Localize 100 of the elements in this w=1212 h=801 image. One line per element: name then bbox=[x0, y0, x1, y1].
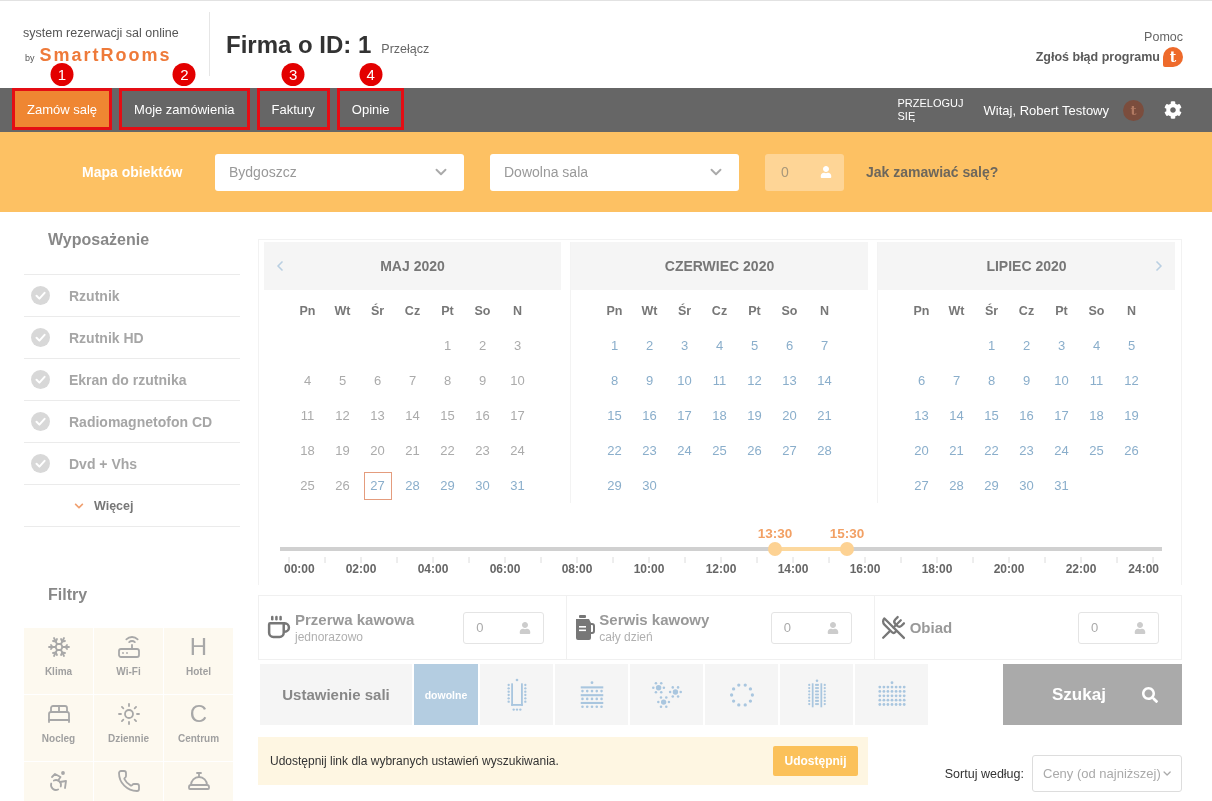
filter-tile[interactable]: Wi-Fi bbox=[94, 628, 163, 694]
calendar-day[interactable]: 3 bbox=[670, 331, 699, 360]
room-select[interactable]: Dowolna sala bbox=[490, 153, 739, 191]
calendar-day[interactable]: 17 bbox=[1047, 401, 1076, 430]
calendar-day[interactable]: 2 bbox=[1012, 331, 1041, 360]
calendar-day[interactable]: 19 bbox=[740, 401, 769, 430]
calendar-day[interactable]: 18 bbox=[1082, 401, 1111, 430]
filter-tile[interactable]: H Hotel bbox=[164, 628, 233, 694]
filter-tile[interactable]: Dziennie bbox=[94, 695, 163, 761]
calendar-day[interactable]: 25 bbox=[1082, 436, 1111, 465]
calendar-day[interactable]: 6 bbox=[907, 366, 936, 395]
city-select[interactable]: Bydgoszcz bbox=[215, 153, 464, 191]
calendar-day[interactable]: 11 bbox=[1082, 366, 1111, 395]
map-link[interactable]: Mapa obiektów bbox=[82, 164, 215, 180]
calendar-day[interactable]: 5 bbox=[1117, 331, 1146, 360]
people-input[interactable]: 0 bbox=[463, 611, 545, 644]
calendar-day[interactable]: 15 bbox=[977, 401, 1006, 430]
calendar-day[interactable]: 29 bbox=[977, 471, 1006, 500]
settings-icon[interactable] bbox=[1164, 101, 1182, 119]
calendar-day[interactable]: 30 bbox=[635, 471, 664, 500]
calendar-day[interactable]: 13 bbox=[907, 401, 936, 430]
calendar-day[interactable]: 31 bbox=[1047, 471, 1076, 500]
calendar-day[interactable]: 8 bbox=[977, 366, 1006, 395]
calendar-day[interactable]: 11 bbox=[705, 366, 734, 395]
filter-tile[interactable] bbox=[94, 762, 163, 801]
setup-option[interactable] bbox=[855, 664, 928, 725]
sort-select[interactable]: Ceny (od najniższej) bbox=[1032, 755, 1182, 792]
calendar-day[interactable]: 23 bbox=[635, 436, 664, 465]
calendar-day[interactable]: 23 bbox=[1012, 436, 1041, 465]
setup-option[interactable] bbox=[780, 664, 853, 725]
calendar-day[interactable]: 22 bbox=[977, 436, 1006, 465]
nav-tab[interactable]: Zamów salę bbox=[12, 88, 113, 130]
calendar-day[interactable]: 1 bbox=[977, 331, 1006, 360]
calendar-day[interactable]: 10 bbox=[1047, 366, 1076, 395]
filter-tile[interactable] bbox=[24, 762, 93, 801]
calendar-day[interactable]: 26 bbox=[740, 436, 769, 465]
calendar-day[interactable]: 21 bbox=[942, 436, 971, 465]
calendar-day[interactable]: 28 bbox=[810, 436, 839, 465]
setup-option[interactable] bbox=[480, 664, 553, 725]
calendar-day[interactable]: 2 bbox=[635, 331, 664, 360]
calendar-day[interactable]: 4 bbox=[705, 331, 734, 360]
calendar-day[interactable]: 30 bbox=[468, 471, 497, 500]
setup-option[interactable]: dowolne bbox=[414, 664, 478, 725]
switch-link[interactable]: Przełącz bbox=[381, 42, 430, 56]
calendar-day[interactable]: 12 bbox=[1117, 366, 1146, 395]
calendar-day[interactable]: 12 bbox=[740, 366, 769, 395]
calendar-day[interactable]: 26 bbox=[1117, 436, 1146, 465]
calendar-day[interactable]: 3 bbox=[1047, 331, 1076, 360]
people-field[interactable]: 0 bbox=[765, 153, 844, 191]
calendar-day[interactable]: 14 bbox=[810, 366, 839, 395]
help-link[interactable]: Pomoc bbox=[1144, 29, 1183, 45]
filter-tile[interactable]: Nocleg bbox=[24, 695, 93, 761]
share-button[interactable]: Udostępnij bbox=[773, 746, 858, 776]
calendar-day[interactable]: 30 bbox=[1012, 471, 1041, 500]
calendar-day[interactable]: 10 bbox=[670, 366, 699, 395]
calendar-day[interactable]: 1 bbox=[600, 331, 629, 360]
calendar-day[interactable]: 16 bbox=[635, 401, 664, 430]
calendar-day[interactable]: 27 bbox=[907, 471, 936, 500]
search-button[interactable]: Szukaj bbox=[1003, 664, 1182, 725]
nav-tab[interactable]: Faktury bbox=[256, 88, 330, 130]
filter-tile[interactable]: Klima bbox=[24, 628, 93, 694]
calendar-day[interactable]: 27 bbox=[363, 471, 392, 500]
calendar-day[interactable]: 29 bbox=[600, 471, 629, 500]
setup-option[interactable] bbox=[630, 664, 703, 725]
setup-option[interactable] bbox=[555, 664, 628, 725]
nav-tab[interactable]: Opinie bbox=[336, 88, 405, 130]
calendar-day[interactable]: 4 bbox=[1082, 331, 1111, 360]
calendar-day[interactable]: 20 bbox=[907, 436, 936, 465]
calendar-day[interactable]: 19 bbox=[1117, 401, 1146, 430]
filter-tile[interactable] bbox=[164, 762, 233, 801]
calendar-day[interactable]: 21 bbox=[810, 401, 839, 430]
calendar-day[interactable]: 31 bbox=[503, 471, 532, 500]
calendar-day[interactable]: 8 bbox=[600, 366, 629, 395]
calendar-day[interactable]: 27 bbox=[775, 436, 804, 465]
calendar-day[interactable]: 9 bbox=[635, 366, 664, 395]
nav-tab[interactable]: Moje zamówienia bbox=[119, 88, 250, 130]
calendar-day[interactable]: 25 bbox=[705, 436, 734, 465]
filter-tile[interactable]: C Centrum bbox=[164, 695, 233, 761]
calendar-day[interactable]: 6 bbox=[775, 331, 804, 360]
calendar-day[interactable]: 16 bbox=[1012, 401, 1041, 430]
calendar-day[interactable]: 14 bbox=[942, 401, 971, 430]
calendar-day[interactable]: 15 bbox=[600, 401, 629, 430]
calendar-day[interactable]: 22 bbox=[600, 436, 629, 465]
calendar-day[interactable]: 17 bbox=[670, 401, 699, 430]
calendar-day[interactable]: 9 bbox=[1012, 366, 1041, 395]
how-to-book-link[interactable]: Jak zamawiać salę? bbox=[866, 164, 999, 180]
calendar-day[interactable]: 28 bbox=[942, 471, 971, 500]
slider-handle[interactable] bbox=[839, 542, 854, 556]
calendar-day[interactable]: 29 bbox=[433, 471, 462, 500]
calendar-day[interactable]: 5 bbox=[740, 331, 769, 360]
calendar-day[interactable]: 20 bbox=[775, 401, 804, 430]
calendar-day[interactable]: 24 bbox=[1047, 436, 1076, 465]
calendar-day[interactable]: 24 bbox=[670, 436, 699, 465]
people-input[interactable]: 0 bbox=[770, 611, 852, 644]
calendar-day[interactable]: 7 bbox=[810, 331, 839, 360]
calendar-day[interactable]: 7 bbox=[942, 366, 971, 395]
setup-option[interactable] bbox=[705, 664, 778, 725]
relogin-link[interactable]: PRZELOGUJ SIĘ bbox=[897, 97, 968, 123]
slider-handle[interactable] bbox=[768, 542, 782, 556]
calendar-day[interactable]: 13 bbox=[775, 366, 804, 395]
